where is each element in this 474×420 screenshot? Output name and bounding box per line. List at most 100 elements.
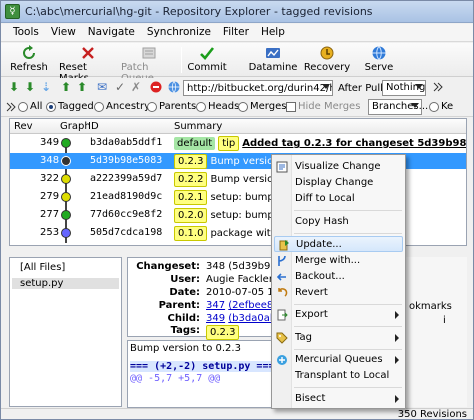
menu-navigate[interactable]: Navigate — [82, 24, 141, 41]
menu-label: Update... — [296, 239, 342, 250]
parent-rev-link[interactable]: 347 — [206, 300, 225, 311]
push-icon[interactable]: ⬆ — [75, 80, 89, 94]
changeset-id: 5d39b98e5083 — [90, 155, 163, 166]
stop-icon[interactable] — [149, 80, 163, 94]
commit-button[interactable]: Commit — [187, 44, 227, 76]
child-rev-link[interactable]: 349 — [206, 313, 225, 324]
incoming-icon[interactable]: ⬇ — [7, 80, 21, 94]
menu-mercurial-queues[interactable]: Mercurial Queues — [272, 352, 405, 368]
chevron-right-icon — [395, 334, 399, 342]
changed-files-list[interactable]: [All Files] setup.py — [9, 257, 122, 407]
changeset-id: 77d60cc9e8f2 — [90, 209, 163, 220]
filter-heads-radio[interactable] — [196, 102, 206, 112]
after-pull-select[interactable]: Nothing — [382, 80, 426, 96]
column-header-summary[interactable]: Summary — [174, 121, 222, 132]
datamine-button[interactable]: Datamine — [249, 44, 297, 76]
tags-label: Tags: — [170, 325, 200, 336]
menu-label: Merge with... — [295, 255, 361, 266]
hide-merges-checkbox[interactable] — [286, 102, 296, 112]
column-header-graph[interactable]: Graph — [60, 121, 91, 132]
graph-node — [61, 138, 71, 148]
sync-toolbar: ⬇ ⬇ ⇣ ⬆ ⬆ ✉ ✓ ✗ http://bitbucket.org/dur… — [1, 78, 473, 98]
recovery-icon — [319, 45, 335, 61]
menu-label: Visualize Change — [295, 161, 381, 172]
tag-chip: 0.2.2 — [174, 172, 208, 187]
column-header-id[interactable]: ID — [88, 121, 99, 132]
date-label: Date: — [169, 287, 200, 298]
chevron-right-icon — [395, 395, 399, 403]
file-item[interactable]: setup.py — [12, 278, 119, 289]
filter-options-icon[interactable] — [4, 100, 18, 114]
user-label: User: — [170, 274, 200, 285]
reset-marks-button[interactable]: Reset Marks — [59, 44, 117, 84]
column-header-rev[interactable]: Rev — [14, 121, 33, 132]
menu-filter[interactable]: Filter — [217, 24, 255, 41]
menu-visualize-change[interactable]: Visualize Change — [272, 159, 405, 175]
menu-synchronize[interactable]: Synchronize — [141, 24, 217, 41]
menu-label: Display Change — [295, 177, 374, 188]
revision-count: 350 Revisions — [397, 409, 467, 420]
menu-revert[interactable]: Revert — [272, 285, 405, 301]
email-icon[interactable]: ✉ — [95, 80, 109, 94]
serve-icon — [371, 45, 387, 61]
datamine-icon — [265, 45, 281, 61]
patch-queue-button[interactable]: Patch Queue — [121, 44, 177, 84]
filter-keyword-label: Ke — [441, 101, 454, 112]
all-files-item[interactable]: [All Files] — [20, 262, 65, 273]
chevron-down-icon — [322, 84, 330, 89]
filter-parents-radio[interactable] — [147, 102, 157, 112]
changeset-label: Changeset: — [136, 261, 200, 272]
menu-help[interactable]: Help — [255, 24, 291, 41]
commit-message: Bump version to 0.2.3 — [130, 343, 241, 354]
revision-number: 348 — [40, 155, 60, 166]
refresh-label: Refresh — [10, 62, 48, 73]
outgoing-icon[interactable]: ⬆ — [59, 80, 73, 94]
recovery-button[interactable]: Recovery — [304, 44, 350, 76]
tags-value: 0.2.3 — [206, 325, 240, 340]
filter-keyword-radio[interactable] — [429, 102, 439, 112]
child-label: Child: — [167, 313, 200, 324]
menu-copy-hash[interactable]: Copy Hash — [272, 214, 405, 230]
menu-bisect[interactable]: Bisect — [272, 391, 405, 407]
filter-merges-radio[interactable] — [238, 102, 248, 112]
reject-icon[interactable]: ✗ — [129, 80, 143, 94]
filter-all-radio[interactable] — [18, 102, 28, 112]
backout-icon — [276, 271, 288, 283]
pull-disabled-icon[interactable]: ⇣ — [39, 80, 53, 94]
tortoisehg-app-icon: ☿ — [5, 4, 20, 19]
tag-chip: 0.2.1 — [174, 190, 208, 205]
branches-select[interactable]: Branches... — [368, 99, 428, 115]
filter-tagged-radio[interactable] — [46, 102, 56, 112]
menu-transplant-to-local[interactable]: Transplant to Local — [272, 368, 405, 384]
menu-merge-with[interactable]: Merge with... — [272, 253, 405, 269]
serve-button[interactable]: Serve — [361, 44, 397, 76]
pull-icon[interactable]: ⬇ — [23, 80, 37, 94]
more-toolbar-icon[interactable] — [431, 80, 445, 94]
menu-update[interactable]: Update... — [274, 236, 403, 252]
title-bar: ☿ C:\abc\mercurial\hg-git - Repository E… — [1, 1, 473, 23]
commit-icon — [199, 45, 215, 61]
branch-chip: default — [174, 137, 216, 150]
filter-ancestry-radio[interactable] — [94, 102, 104, 112]
menu-backout[interactable]: Backout... — [272, 269, 405, 285]
remote-url-combo[interactable]: http://bitbucket.org/durin42/h — [183, 80, 333, 96]
changeset-id: 505d7cdca198 — [90, 227, 163, 238]
accept-icon[interactable]: ✓ — [113, 80, 127, 94]
menu-tools[interactable]: Tools — [7, 24, 45, 41]
filter-bar: All Tagged Ancestry Parents Heads Merges… — [1, 98, 473, 117]
bookmarks-fragment: okmarks — [409, 301, 452, 312]
revision-row[interactable]: 349 b3da0ab5ddf1 default tip Added tag 0.2.3… — [10, 135, 466, 151]
menu-diff-to-local[interactable]: Diff to Local — [272, 191, 405, 207]
tag-chip: tip — [218, 136, 240, 151]
menu-export[interactable]: Export — [272, 307, 405, 323]
menu-display-change[interactable]: Display Change — [272, 175, 405, 191]
revision-number: 277 — [40, 209, 60, 220]
menu-view[interactable]: View — [45, 24, 82, 41]
tag-chip: 0.1.0 — [174, 226, 208, 241]
menu-label: Transplant to Local — [295, 370, 390, 381]
filter-heads-label: Heads — [208, 101, 240, 112]
menu-tag[interactable]: Tag — [272, 330, 405, 346]
menu-bar: Tools View Navigate Synchronize Filter H… — [1, 24, 473, 42]
graph-node — [61, 156, 71, 166]
refresh-button[interactable]: Refresh — [7, 44, 51, 76]
